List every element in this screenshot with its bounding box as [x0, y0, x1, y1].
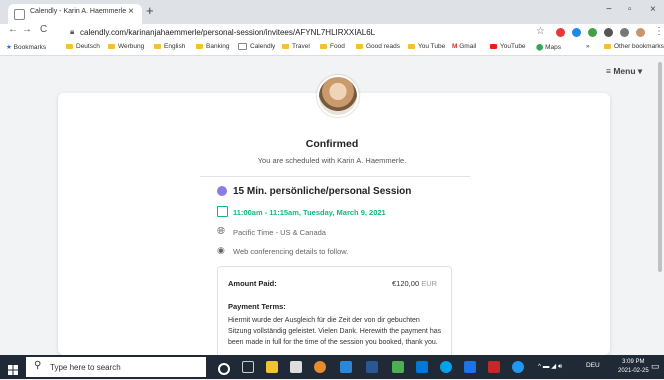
bookmark-calendly[interactable]: Calendly	[238, 43, 275, 50]
extension-green-icon[interactable]	[588, 28, 597, 37]
maximize-button[interactable]: ▫	[628, 4, 632, 15]
menu-button[interactable]: ≡ Menu ▾	[606, 66, 642, 77]
tab-title: Calendly - Karin A. Haemmerle	[30, 8, 127, 15]
amount-paid-label: Amount Paid:	[228, 279, 277, 288]
reading-list-icon[interactable]	[620, 28, 629, 37]
bookmark-youtube[interactable]: YouTube	[490, 43, 526, 50]
app-generic-icon[interactable]	[464, 361, 476, 373]
extension-red-icon[interactable]	[556, 28, 565, 37]
search-placeholder: Type here to search	[50, 363, 121, 372]
confirmed-title: Confirmed	[305, 138, 359, 150]
app-red-icon[interactable]	[488, 361, 500, 373]
bookmark-banking[interactable]: Banking	[196, 43, 230, 50]
folder-icon	[108, 43, 115, 49]
word-icon[interactable]	[366, 361, 378, 373]
bookmark-maps[interactable]: ⬤ Maps	[536, 43, 561, 51]
currency-code: EUR	[421, 279, 438, 288]
bookmark-travel[interactable]: Travel	[282, 43, 310, 50]
globe-icon: 🌐︎	[217, 226, 225, 237]
bookmarks-star-icon: ★	[6, 44, 14, 51]
language-indicator[interactable]: DEU	[586, 362, 600, 369]
calendar-icon	[217, 206, 228, 217]
scheduled-with-text: You are scheduled with Karin A. Haemmerl…	[257, 156, 407, 165]
event-datetime: 11:00am - 11:15am, Tuesday, March 9, 202…	[233, 208, 386, 217]
close-window-button[interactable]: ×	[650, 4, 656, 15]
minimize-button[interactable]: −	[606, 4, 612, 15]
web-conferencing-text: Web conferencing details to follow.	[233, 247, 349, 256]
bookmark-english[interactable]: English	[154, 43, 185, 50]
extension-blue-icon[interactable]	[572, 28, 581, 37]
bookmarks-overflow-button[interactable]: »	[586, 43, 590, 50]
calendly-favicon-icon	[14, 9, 25, 20]
windows-start-icon[interactable]	[8, 362, 18, 375]
back-button[interactable]: ←	[8, 24, 18, 35]
video-icon: ◉	[217, 245, 225, 255]
taskbar-clock[interactable]: 3:09 PM 2021-02-25	[618, 358, 649, 376]
cortana-icon[interactable]	[218, 363, 230, 375]
url-text[interactable]: calendly.com/karinanjahaemmerle/personal…	[80, 28, 375, 37]
amount-paid-value: €120,00 EUR	[392, 279, 438, 288]
calculator-icon[interactable]	[392, 361, 404, 373]
folder-icon	[282, 43, 289, 49]
calendly-icon	[238, 43, 247, 50]
edge-icon[interactable]	[440, 361, 452, 373]
profile-avatar-icon[interactable]	[636, 28, 645, 37]
file-explorer-icon[interactable]	[266, 361, 278, 373]
lock-icon: 🔒︎	[70, 27, 75, 36]
extensions-puzzle-icon[interactable]	[604, 28, 613, 37]
folder-icon	[320, 43, 327, 49]
bookmark-other-bookmarks[interactable]: Other bookmarks	[604, 43, 664, 50]
tab-close-icon[interactable]: ×	[128, 6, 134, 17]
bookmark-bookmarks[interactable]: ★ Bookmarks	[6, 43, 46, 51]
youtube-icon	[490, 43, 497, 49]
taskbar-search-box[interactable]: ⚲ Type here to search	[26, 357, 206, 377]
bookmark-you-tube[interactable]: You Tube	[408, 43, 445, 50]
search-icon: ⚲	[34, 360, 42, 371]
chevron-down-icon: ▾	[635, 66, 643, 76]
divider	[200, 176, 470, 177]
folder-icon	[196, 43, 203, 49]
browser-menu-icon[interactable]: ⋮	[654, 26, 664, 37]
folder-icon	[408, 43, 415, 49]
bookmark-food[interactable]: Food	[320, 43, 345, 50]
bookmark-werbung[interactable]: Werbung	[108, 43, 144, 50]
skype-icon[interactable]	[340, 361, 352, 373]
app-blue-icon[interactable]	[416, 361, 428, 373]
folder-icon	[356, 43, 363, 49]
event-title: 15 Min. persönliche/personal Session	[233, 186, 412, 197]
reload-button[interactable]: C	[40, 24, 47, 35]
folder-icon	[66, 43, 73, 49]
folder-icon	[154, 43, 161, 49]
notification-icon[interactable]: ▭	[651, 361, 660, 372]
chrome-icon[interactable]	[314, 361, 326, 373]
folder-icon	[604, 43, 611, 49]
bookmark-gmail[interactable]: M Gmail	[452, 43, 476, 50]
bookmark-star-icon[interactable]: ☆	[536, 26, 545, 37]
scrollbar-thumb[interactable]	[658, 62, 662, 272]
task-view-icon[interactable]	[242, 361, 254, 373]
bookmark-good-reads[interactable]: Good reads	[356, 43, 400, 50]
new-tab-button[interactable]: +	[146, 3, 154, 18]
tray-icons[interactable]: ^ ▬ ◢ 🔊︎	[538, 362, 562, 371]
store-icon[interactable]	[290, 361, 302, 373]
payment-terms-label: Payment Terms:	[228, 302, 286, 311]
timezone-text: Pacific Time - US & Canada	[233, 228, 326, 237]
app-circle-icon[interactable]	[512, 361, 524, 373]
event-color-dot-icon	[217, 186, 227, 196]
payment-terms-text: Hiermit wurde der Ausgleich für die Zeit…	[228, 317, 442, 346]
forward-button[interactable]: →	[22, 24, 32, 35]
maps-pin-icon: ⬤	[536, 44, 546, 51]
browser-tab[interactable]: Calendly - Karin A. Haemmerle ×	[8, 4, 142, 24]
host-avatar	[317, 75, 359, 117]
bookmark-deutsch[interactable]: Deutsch	[66, 43, 100, 50]
